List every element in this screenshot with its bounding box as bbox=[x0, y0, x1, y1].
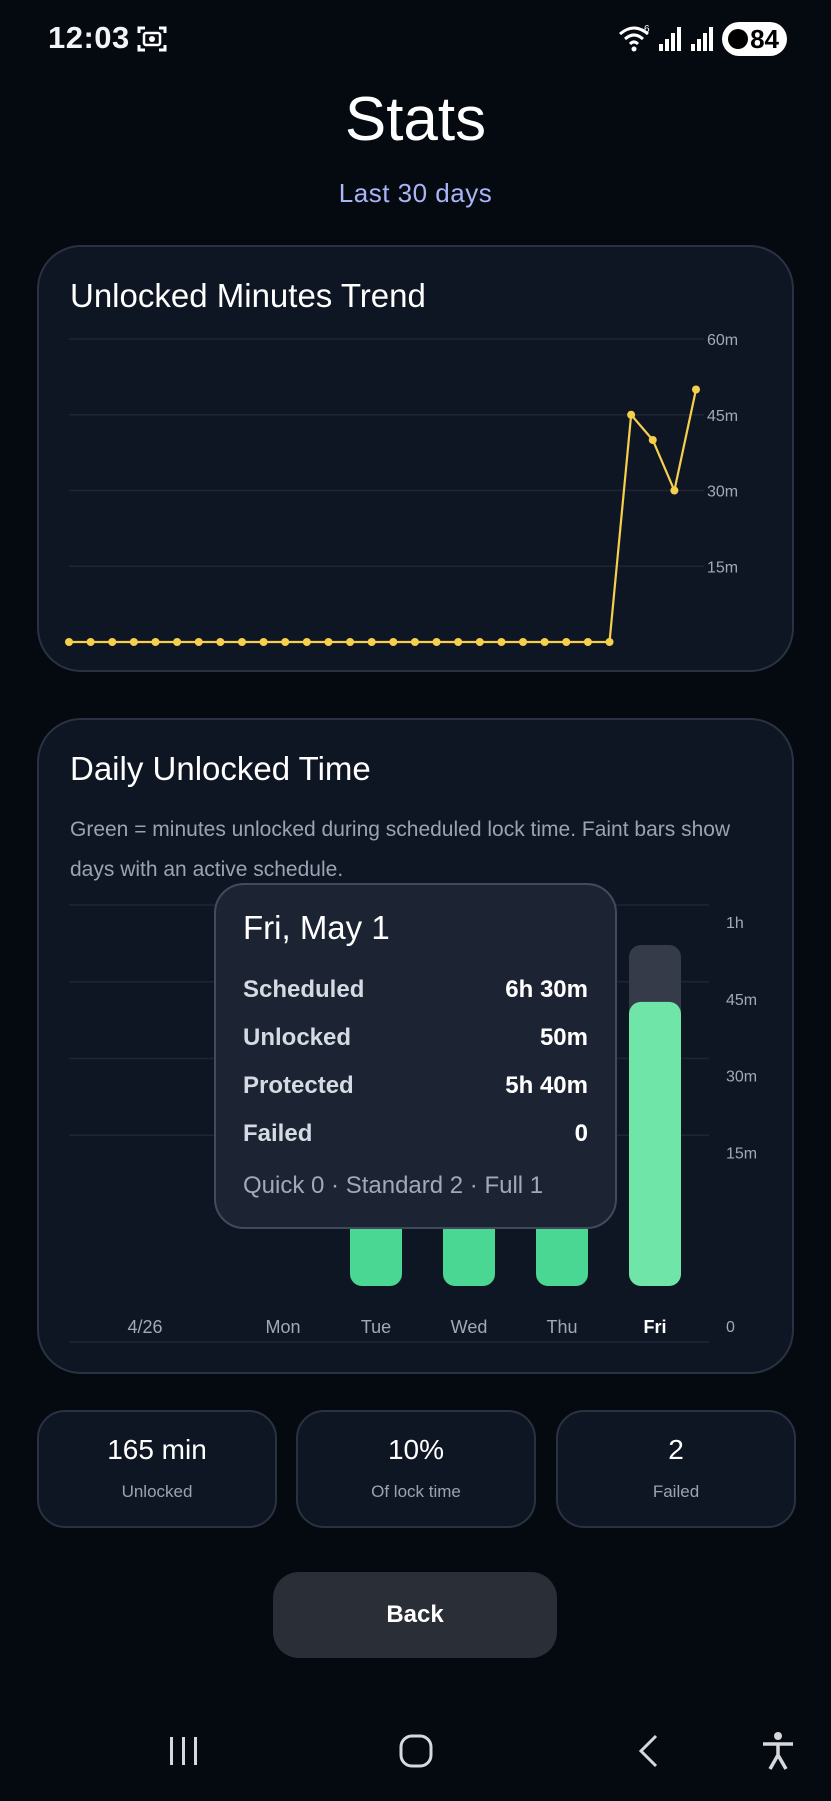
trend-point bbox=[173, 638, 182, 646]
trend-point bbox=[86, 638, 95, 646]
tooltip-title: Fri, May 1 bbox=[243, 909, 390, 946]
trend-point bbox=[281, 638, 290, 646]
stat-label: Failed bbox=[652, 1482, 700, 1501]
trend-point bbox=[346, 638, 355, 646]
accessibility-button[interactable] bbox=[718, 1700, 831, 1801]
back-chevron-icon bbox=[638, 1734, 658, 1767]
page-subtitle: Last 30 days bbox=[338, 178, 493, 208]
trend-point bbox=[519, 638, 528, 646]
stat-label: Of lock time bbox=[371, 1482, 461, 1501]
trend-card: Unlocked Minutes Trend 60m 45m 30m 15m bbox=[37, 245, 794, 672]
home-button[interactable] bbox=[356, 1700, 476, 1801]
trend-chart: 60m 45m 30m 15m bbox=[65, 332, 738, 646]
stat-unlocked: 165 min Unlocked bbox=[37, 1410, 277, 1528]
trend-point bbox=[605, 638, 614, 646]
accessibility-icon bbox=[763, 1731, 793, 1770]
trend-point bbox=[670, 486, 679, 495]
y-tick-label: 30m bbox=[707, 484, 738, 501]
system-nav-bar bbox=[0, 1700, 831, 1801]
tooltip-label: Scheduled bbox=[243, 976, 365, 1003]
stat-value: 2 bbox=[668, 1434, 684, 1465]
y-tick-label: 1h bbox=[726, 915, 744, 932]
y-tick-label: 45m bbox=[707, 408, 738, 425]
y-tick-label: 30m bbox=[726, 1069, 757, 1086]
recent-apps-button[interactable] bbox=[124, 1700, 244, 1801]
tooltip-row-failed: Failed 0 bbox=[243, 1120, 588, 1148]
stat-lock-time: 10% Of lock time bbox=[296, 1410, 536, 1528]
trend-point bbox=[583, 638, 592, 646]
trend-point bbox=[65, 638, 73, 646]
tooltip-row-unlocked: Unlocked 50m bbox=[243, 1024, 588, 1052]
unlocked-bar bbox=[629, 1001, 681, 1286]
day-tooltip: Fri, May 1 Scheduled 6h 30m Unlocked 50m… bbox=[214, 883, 617, 1229]
trend-point bbox=[367, 638, 376, 646]
trend-point bbox=[562, 638, 571, 646]
battery-saver-icon bbox=[728, 29, 749, 49]
trend-point bbox=[475, 638, 484, 646]
trend-point bbox=[194, 638, 203, 646]
stat-label: Unlocked bbox=[121, 1482, 193, 1501]
tooltip-value: 6h 30m bbox=[505, 976, 588, 1003]
trend-point bbox=[108, 638, 117, 646]
stat-value: 165 min bbox=[107, 1434, 207, 1465]
status-icons: 6 84 bbox=[618, 22, 787, 56]
status-bar: 12:03 6 84 bbox=[0, 0, 831, 80]
back-nav-button[interactable] bbox=[588, 1700, 708, 1801]
trend-point bbox=[692, 385, 700, 394]
trend-line bbox=[69, 389, 698, 644]
trend-point bbox=[410, 638, 419, 646]
stat-failed: 2 Failed bbox=[556, 1410, 796, 1528]
tooltip-label: Failed bbox=[243, 1120, 313, 1147]
page-title: Stats bbox=[344, 85, 487, 154]
battery-indicator: 84 bbox=[722, 22, 787, 56]
y-tick-label: 15m bbox=[707, 559, 738, 576]
trend-point bbox=[454, 638, 463, 646]
x-tick-label: Tue bbox=[361, 1317, 391, 1337]
tooltip-row-protected: Protected 5h 40m bbox=[243, 1072, 588, 1100]
trend-point bbox=[627, 410, 636, 419]
trend-point bbox=[259, 638, 268, 646]
x-tick-label: Wed bbox=[451, 1317, 488, 1337]
status-time: 12:03 bbox=[48, 20, 130, 55]
y-tick-label: 45m bbox=[726, 992, 757, 1009]
x-tick-label: Thu bbox=[546, 1317, 577, 1337]
y-tick-label: 0 bbox=[726, 1319, 735, 1336]
battery-level: 84 bbox=[750, 23, 779, 54]
trend-point bbox=[237, 638, 246, 646]
stat-value: 10% bbox=[387, 1434, 445, 1465]
tooltip-label: Protected bbox=[243, 1072, 354, 1099]
trend-point bbox=[497, 638, 506, 646]
signal-icon bbox=[659, 27, 682, 51]
trend-point bbox=[389, 638, 398, 646]
tooltip-value: 50m bbox=[539, 1024, 588, 1051]
x-tick-label: 4/26 bbox=[127, 1317, 162, 1337]
trend-point bbox=[540, 638, 549, 646]
wifi-icon: 6 bbox=[619, 24, 650, 52]
x-tick-label: Fri bbox=[643, 1317, 666, 1337]
y-tick-label: 60m bbox=[707, 332, 738, 349]
back-button[interactable]: Back bbox=[273, 1572, 557, 1658]
tooltip-footer: Quick 0 · Standard 2 · Full 1 bbox=[243, 1172, 544, 1199]
trend-point bbox=[648, 436, 657, 444]
recent-apps-icon bbox=[170, 1736, 197, 1765]
signal-icon-2 bbox=[691, 27, 714, 51]
trend-point bbox=[324, 638, 333, 646]
x-tick-label: Mon bbox=[265, 1317, 300, 1337]
tooltip-label: Unlocked bbox=[243, 1024, 352, 1051]
tooltip-value: 0 bbox=[574, 1120, 588, 1147]
trend-point bbox=[302, 638, 311, 646]
tooltip-row-scheduled: Scheduled 6h 30m bbox=[243, 976, 588, 1004]
home-icon bbox=[399, 1734, 433, 1767]
screenshot-icon bbox=[136, 24, 168, 59]
trend-point bbox=[151, 638, 160, 646]
y-tick-label: 15m bbox=[726, 1145, 757, 1162]
trend-point bbox=[216, 638, 225, 646]
trend-point bbox=[432, 638, 441, 646]
tooltip-value: 5h 40m bbox=[505, 1072, 588, 1099]
trend-point bbox=[129, 638, 138, 646]
svg-text:6: 6 bbox=[644, 24, 650, 35]
